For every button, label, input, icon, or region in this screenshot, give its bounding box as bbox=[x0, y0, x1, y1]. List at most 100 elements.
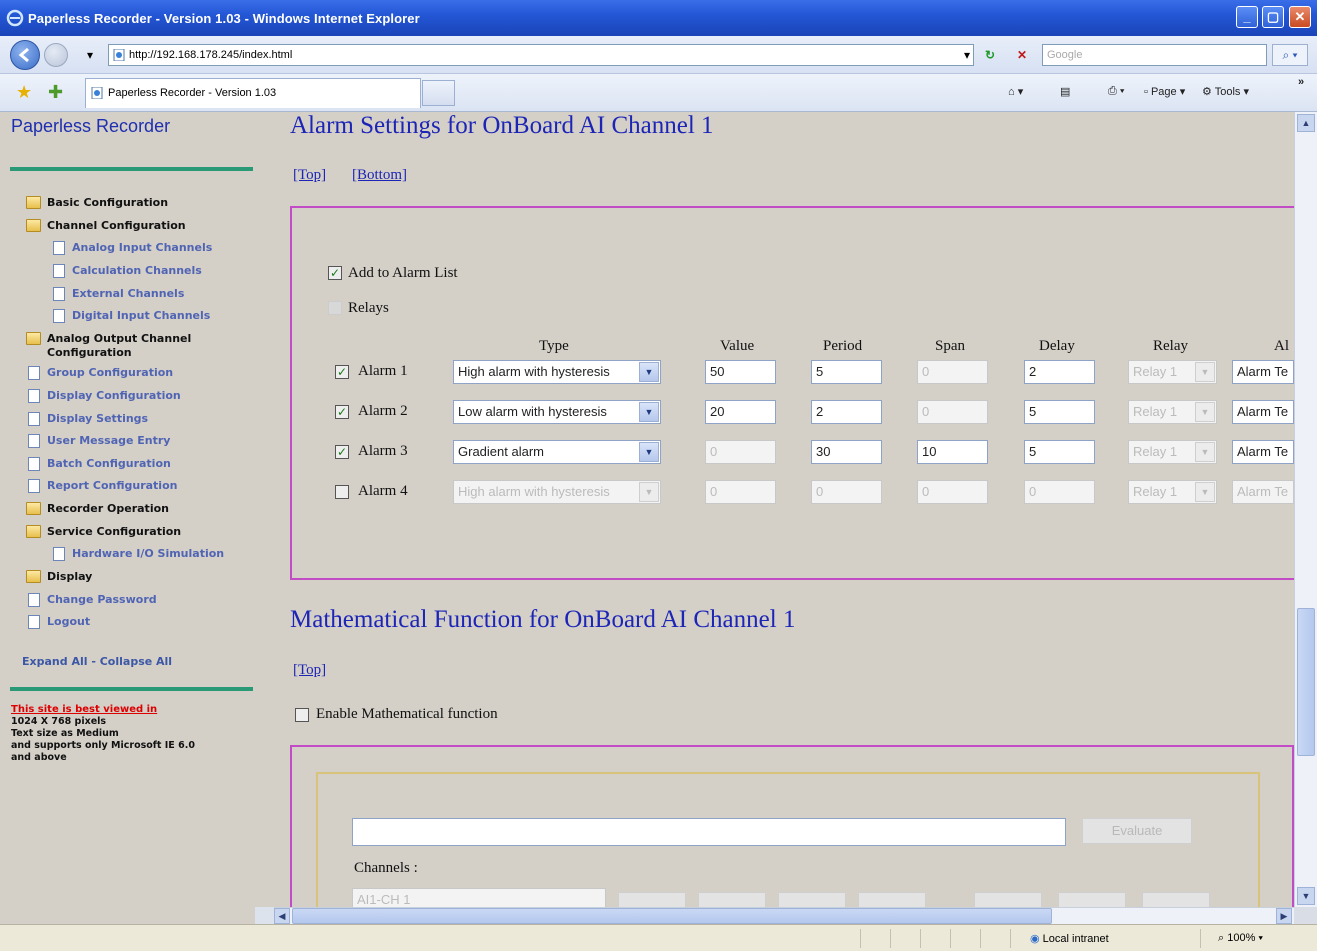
alarm-1-text-input[interactable]: Alarm Te bbox=[1232, 360, 1294, 384]
new-tab-button[interactable] bbox=[422, 80, 455, 106]
alarm-4-span-input[interactable]: 0 bbox=[917, 480, 988, 504]
chevron-down-icon[interactable]: ▼ bbox=[639, 362, 659, 382]
alarm-2-relay-select[interactable]: Relay 1 ▼ bbox=[1128, 400, 1217, 424]
alarm-4-delay-input[interactable]: 0 bbox=[1024, 480, 1095, 504]
operator-button[interactable] bbox=[778, 892, 846, 907]
alarm-2-value-input[interactable]: 20 bbox=[705, 400, 776, 424]
recent-pages-dropdown-icon[interactable]: ▾ bbox=[80, 45, 100, 65]
tab-paperless-recorder[interactable]: Paperless Recorder - Version 1.03 bbox=[85, 78, 421, 108]
alarm-2-text-input[interactable]: Alarm Te bbox=[1232, 400, 1294, 424]
bottom-link[interactable]: [Bottom] bbox=[352, 167, 407, 184]
alarm-3-period-input[interactable]: 30 bbox=[811, 440, 882, 464]
alarm-3-value-input[interactable]: 0 bbox=[705, 440, 776, 464]
relays-checkbox[interactable] bbox=[328, 301, 342, 315]
alarm-1-delay-input[interactable]: 2 bbox=[1024, 360, 1095, 384]
alarm-1-type-select[interactable]: High alarm with hysteresis ▼ bbox=[453, 360, 661, 384]
add-favorites-icon[interactable]: ✚ bbox=[48, 82, 63, 103]
operator-button[interactable] bbox=[698, 892, 766, 907]
alarm-4-text-input[interactable]: Alarm Te bbox=[1232, 480, 1294, 504]
chevron-down-icon[interactable]: ▼ bbox=[639, 402, 659, 422]
status-divider bbox=[920, 929, 921, 948]
channels-select[interactable]: AI1-CH 1 bbox=[352, 888, 606, 907]
alarm-4-value-input[interactable]: 0 bbox=[705, 480, 776, 504]
math-top-link[interactable]: [Top] bbox=[293, 662, 326, 679]
operator-button[interactable] bbox=[974, 892, 1042, 907]
security-zone[interactable]: ◉ Local intranet bbox=[1030, 932, 1109, 945]
page-menu[interactable]: ▫ Page ▾ bbox=[1144, 85, 1185, 98]
status-divider bbox=[890, 929, 891, 948]
alarm-1-relay-select[interactable]: Relay 1 ▼ bbox=[1128, 360, 1217, 384]
operator-button[interactable] bbox=[618, 892, 686, 907]
alarm-2-type-select[interactable]: Low alarm with hysteresis ▼ bbox=[453, 400, 661, 424]
forward-button[interactable] bbox=[44, 43, 68, 67]
refresh-icon[interactable]: ↻ bbox=[980, 45, 1000, 65]
sidebar-scrollbar[interactable] bbox=[255, 112, 274, 907]
expression-input[interactable] bbox=[352, 818, 1066, 846]
evaluate-button[interactable]: Evaluate bbox=[1082, 818, 1192, 844]
enable-math-checkbox[interactable] bbox=[295, 708, 309, 722]
scroll-up-icon[interactable]: ▲ bbox=[1297, 114, 1315, 132]
search-button[interactable]: ⌕ ▾ bbox=[1272, 44, 1308, 66]
alarm-2-span-input[interactable]: 0 bbox=[917, 400, 988, 424]
alarm-1-value-input[interactable]: 50 bbox=[705, 360, 776, 384]
alarm-2-delay-input[interactable]: 5 bbox=[1024, 400, 1095, 424]
stop-icon[interactable]: ✕ bbox=[1012, 45, 1032, 65]
chevron-down-icon[interactable]: ▼ bbox=[1195, 482, 1215, 502]
sidebar-horizontal-scrollbar[interactable] bbox=[255, 907, 274, 924]
chevron-down-icon[interactable]: ▼ bbox=[1195, 362, 1215, 382]
sidebar-item-label: Service Configuration bbox=[47, 525, 182, 538]
status-divider bbox=[980, 929, 981, 948]
alarm-4-checkbox[interactable] bbox=[335, 485, 349, 499]
favorites-star-icon[interactable]: ★ bbox=[16, 82, 32, 103]
print-icon[interactable]: ⎙ ▾ bbox=[1108, 85, 1124, 98]
chevron-down-icon[interactable]: ▼ bbox=[639, 442, 659, 462]
chevron-down-icon[interactable]: ▼ bbox=[639, 482, 659, 502]
alarm-3-text-input[interactable]: Alarm Te bbox=[1232, 440, 1294, 464]
minimize-button[interactable]: _ bbox=[1236, 6, 1258, 28]
operator-button[interactable] bbox=[858, 892, 926, 907]
top-link[interactable]: [Top] bbox=[293, 167, 326, 184]
home-icon[interactable]: ⌂ ▾ bbox=[1008, 85, 1023, 98]
operator-button[interactable] bbox=[1142, 892, 1210, 907]
relays-label: Relays bbox=[348, 300, 389, 316]
alarm-1-span-input[interactable]: 0 bbox=[917, 360, 988, 384]
alarm-settings-panel bbox=[290, 206, 1294, 580]
alarm-3-checkbox[interactable]: ✓ bbox=[335, 445, 349, 459]
alarm-4-period-input[interactable]: 0 bbox=[811, 480, 882, 504]
chevron-down-icon[interactable]: ▼ bbox=[1195, 402, 1215, 422]
page-icon bbox=[28, 389, 40, 403]
best-viewed-link[interactable]: This site is best viewed in bbox=[11, 704, 157, 715]
chevron-down-icon[interactable]: ▼ bbox=[1195, 442, 1215, 462]
url-dropdown-icon[interactable]: ▾ bbox=[957, 45, 977, 65]
tools-menu[interactable]: ⚙ Tools ▾ bbox=[1202, 85, 1249, 98]
feeds-icon[interactable]: ▤ bbox=[1060, 85, 1070, 98]
search-input[interactable]: Google bbox=[1042, 44, 1267, 66]
vertical-scroll-thumb[interactable] bbox=[1297, 608, 1315, 756]
back-button[interactable] bbox=[10, 40, 40, 70]
scroll-right-icon[interactable]: ▶ bbox=[1276, 908, 1292, 924]
sidebar-item-label: Analog Output Channel Configuration bbox=[47, 332, 192, 359]
alarm-1-checkbox[interactable]: ✓ bbox=[335, 365, 349, 379]
scroll-left-icon[interactable]: ◀ bbox=[274, 908, 290, 924]
alarm-3-delay-input[interactable]: 5 bbox=[1024, 440, 1095, 464]
alarm-3-type-select[interactable]: Gradient alarm ▼ bbox=[453, 440, 661, 464]
alarm-1-period-input[interactable]: 5 bbox=[811, 360, 882, 384]
vertical-scrollbar[interactable]: ▲ ▼ bbox=[1294, 112, 1317, 907]
add-to-alarm-list-checkbox[interactable]: ✓ bbox=[328, 266, 342, 280]
alarm-3-span-input[interactable]: 10 bbox=[917, 440, 988, 464]
alarm-2-checkbox[interactable]: ✓ bbox=[335, 405, 349, 419]
more-tools-chevron-icon[interactable]: » bbox=[1298, 76, 1304, 88]
scroll-down-icon[interactable]: ▼ bbox=[1297, 887, 1315, 905]
alarm-4-relay-select[interactable]: Relay 1 ▼ bbox=[1128, 480, 1217, 504]
alarm-4-type-select[interactable]: High alarm with hysteresis ▼ bbox=[453, 480, 661, 504]
horizontal-scroll-thumb[interactable] bbox=[292, 908, 1052, 924]
maximize-button[interactable]: ▢ bbox=[1262, 6, 1284, 28]
operator-button[interactable] bbox=[1058, 892, 1126, 907]
alarm-2-period-input[interactable]: 2 bbox=[811, 400, 882, 424]
expand-collapse-all-link[interactable]: Expand All - Collapse All bbox=[22, 655, 172, 668]
close-window-button[interactable]: ✕ bbox=[1289, 6, 1311, 28]
horizontal-scrollbar[interactable]: ◀ ▶ bbox=[274, 907, 1294, 924]
zoom-level[interactable]: ⌕ 100% ▾ bbox=[1218, 932, 1263, 945]
alarm-3-relay-select[interactable]: Relay 1 ▼ bbox=[1128, 440, 1217, 464]
url-input[interactable]: http://192.168.178.245/index.html bbox=[108, 44, 974, 66]
